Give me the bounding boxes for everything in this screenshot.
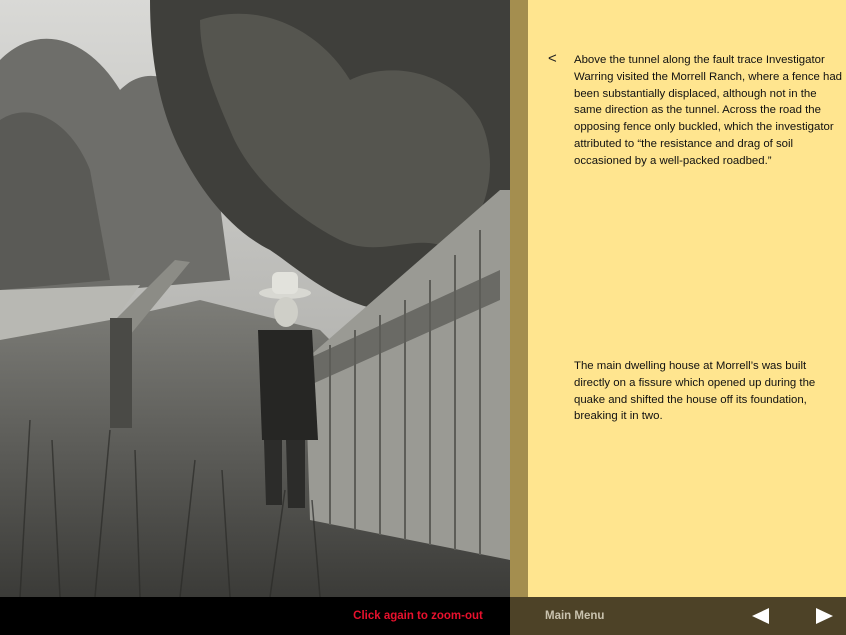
- text-panel: < Above the tunnel along the fault trace…: [528, 0, 846, 597]
- back-arrow-icon[interactable]: <: [548, 50, 557, 67]
- navigation-bar: Main Menu: [510, 597, 846, 635]
- main-menu-button[interactable]: Main Menu: [545, 597, 604, 635]
- triangle-left-icon[interactable]: [752, 608, 770, 624]
- divider-strip: [510, 0, 528, 597]
- historic-photo[interactable]: [0, 0, 510, 597]
- paragraph-dwelling-house: The main dwelling house at Morrell’s was…: [574, 360, 816, 423]
- triangle-right-icon[interactable]: [815, 608, 833, 624]
- paragraph-morrell-ranch: Above the tunnel along the fault trace I…: [574, 54, 843, 167]
- photo-illustration: [0, 0, 510, 597]
- zoom-out-hint[interactable]: Click again to zoom-out: [326, 597, 510, 635]
